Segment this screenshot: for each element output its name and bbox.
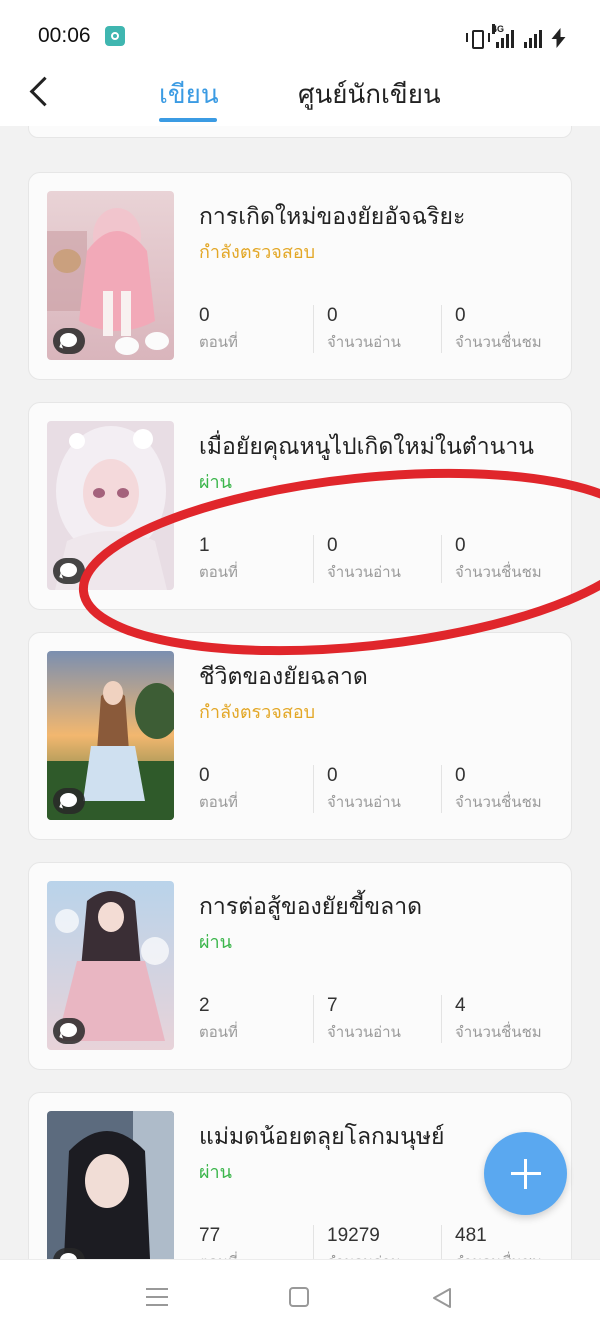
stat-chapters: 2 ตอนที่ [199,995,319,1044]
stat-label: จำนวนอ่าน [327,1023,401,1041]
stat-value: 19279 [327,1225,380,1246]
stat-chapters: 1 ตอนที่ [199,535,319,584]
stat-value: 0 [327,765,338,786]
divider [313,765,314,813]
partial-card [28,126,572,138]
stat-value: 0 [199,305,210,326]
stat-label: จำนวนชื่นชม [455,563,542,581]
stat-reads: 19279 จำนวนอ่าน [327,1225,447,1259]
stat-value: 2 [199,995,210,1016]
novel-cover [47,881,174,1050]
comment-icon [53,788,85,814]
stat-label: จำนวนชื่นชม [455,793,542,811]
recent-apps-icon[interactable] [146,1288,168,1306]
stat-chapters: 0 ตอนที่ [199,305,319,354]
stat-label: จำนวนอ่าน [327,333,401,351]
stat-chapters: 0 ตอนที่ [199,765,319,814]
novel-title: เมื่อยัยคุณหนูไปเกิดใหม่ในตำนาน [199,434,535,460]
tab-writer-center[interactable]: ศูนย์นักเขียน [298,74,441,115]
divider [441,305,442,353]
stat-value: 481 [455,1225,487,1246]
stat-label: ตอนที่ [199,333,238,351]
status-time: 00:06 [38,24,91,47]
stat-likes: 0 จำนวนชื่นชม [455,765,575,814]
novel-title: การต่อสู้ของยัยขี้ขลาด [199,894,423,920]
stat-likes: 4 จำนวนชื่นชม [455,995,575,1044]
novel-title: การเกิดใหม่ของยัยอัจฉริยะ [199,204,466,230]
stat-label: ตอนที่ [199,793,238,811]
divider [313,535,314,583]
novel-card[interactable]: การต่อสู้ของยัยขี้ขลาด ผ่าน 2 ตอนที่ 7 จ… [28,862,572,1070]
divider [441,535,442,583]
divider [313,1225,314,1259]
novel-status: กำลังตรวจสอบ [199,242,316,263]
stat-label: จำนวนอ่าน [327,1250,447,1259]
back-button[interactable] [22,72,62,112]
status-icons: 4G [466,24,564,49]
stat-label: จำนวนชื่นชม [455,1023,542,1041]
novel-status: ผ่าน [199,1162,232,1183]
app-notification-icon [105,26,125,46]
novel-status: กำลังตรวจสอบ [199,702,316,723]
stat-value: 0 [327,305,338,326]
stat-reads: 0 จำนวนอ่าน [327,305,447,354]
stat-likes: 0 จำนวนชื่นชม [455,535,575,584]
novel-cover [47,1111,174,1259]
stat-value: 7 [327,995,338,1016]
comment-icon [53,1018,85,1044]
stat-likes: 481 จำนวนชื่นชม [455,1225,575,1259]
divider [441,1225,442,1259]
tab-write[interactable]: เขียน [159,74,219,115]
divider [313,305,314,353]
charging-icon [552,28,564,48]
back-triangle-icon[interactable] [430,1286,454,1310]
status-bar: 00:06 4G [0,0,600,70]
stat-value: 0 [455,535,466,556]
stat-reads: 0 จำนวนอ่าน [327,765,447,814]
novel-cover [47,191,174,360]
stat-label: จำนวนอ่าน [327,563,401,581]
divider [441,995,442,1043]
stat-label: ตอนที่ [199,1250,319,1259]
comment-icon [53,328,85,354]
divider [441,765,442,813]
signal-icon [524,30,542,48]
stat-value: 0 [327,535,338,556]
novel-status: ผ่าน [199,472,232,493]
novel-status: ผ่าน [199,932,232,953]
stat-reads: 7 จำนวนอ่าน [327,995,447,1044]
novel-list[interactable]: การเกิดใหม่ของยัยอัจฉริยะ กำลังตรวจสอบ 0… [0,126,600,1259]
home-icon[interactable] [289,1287,309,1307]
stat-value: 0 [455,765,466,786]
novel-cover [47,421,174,590]
comment-icon [53,558,85,584]
novel-card[interactable]: ชีวิตของยัยฉลาด กำลังตรวจสอบ 0 ตอนที่ 0 … [28,632,572,840]
novel-card[interactable]: การเกิดใหม่ของยัยอัจฉริยะ กำลังตรวจสอบ 0… [28,172,572,380]
stat-label: ตอนที่ [199,563,238,581]
stat-value: 0 [455,305,466,326]
divider [313,995,314,1043]
system-nav-bar [0,1259,600,1333]
signal-4g-icon: 4G [492,24,514,48]
stat-likes: 0 จำนวนชื่นชม [455,305,575,354]
header: เขียน ศูนย์นักเขียน [0,70,600,126]
active-tab-indicator [159,118,217,122]
novel-cover [47,651,174,820]
stat-label: ตอนที่ [199,1023,238,1041]
novel-card[interactable]: เมื่อยัยคุณหนูไปเกิดใหม่ในตำนาน ผ่าน 1 ต… [28,402,572,610]
stat-value: 77 [199,1225,221,1246]
stat-value: 1 [199,535,210,556]
stat-label: จำนวนชื่นชม [455,1250,575,1259]
network-type: 4G [492,24,505,34]
stat-label: จำนวนอ่าน [327,793,401,811]
add-novel-button[interactable] [484,1132,567,1215]
stat-label: จำนวนชื่นชม [455,333,542,351]
stat-value: 0 [199,765,210,786]
novel-title: ชีวิตของยัยฉลาด [199,664,368,690]
stat-value: 4 [455,995,466,1016]
stat-reads: 0 จำนวนอ่าน [327,535,447,584]
stat-chapters: 77 ตอนที่ [199,1225,319,1259]
vibrate-icon [466,28,490,49]
